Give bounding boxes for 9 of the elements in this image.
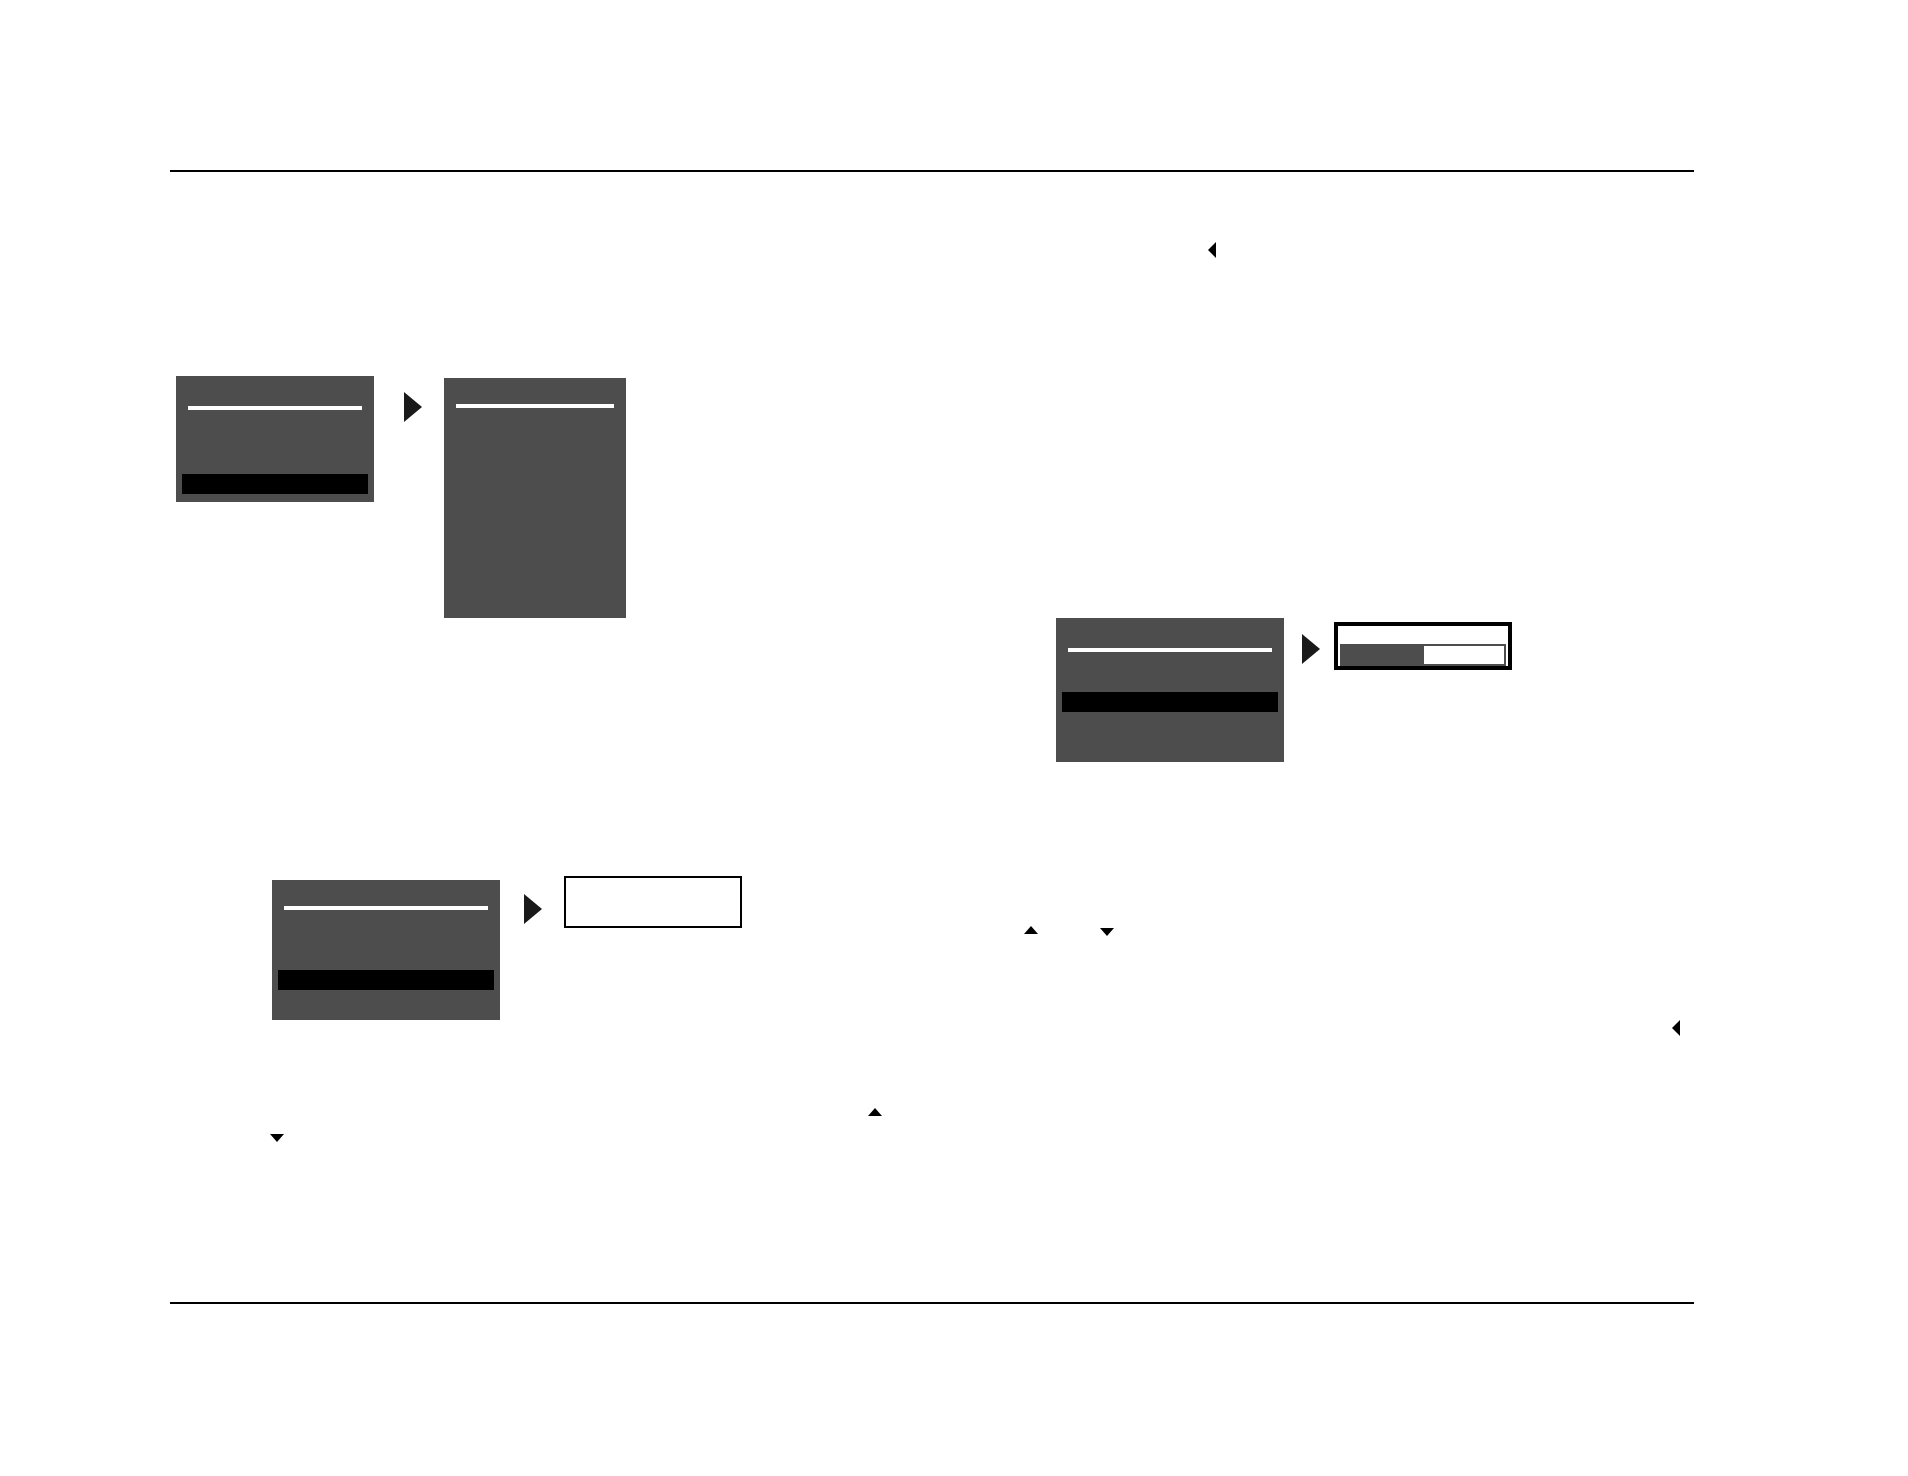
right-triangle-icon xyxy=(404,392,422,422)
down-triangle-icon xyxy=(270,1134,284,1142)
down-triangle-icon xyxy=(1100,928,1114,936)
right-triangle-icon xyxy=(1302,634,1320,664)
right-triangle-icon xyxy=(524,894,542,924)
up-triangle-icon xyxy=(868,1108,882,1116)
left-triangle-icon xyxy=(1208,242,1216,258)
up-triangle-icon xyxy=(1024,926,1038,934)
left-triangle-icon xyxy=(1672,1020,1680,1036)
